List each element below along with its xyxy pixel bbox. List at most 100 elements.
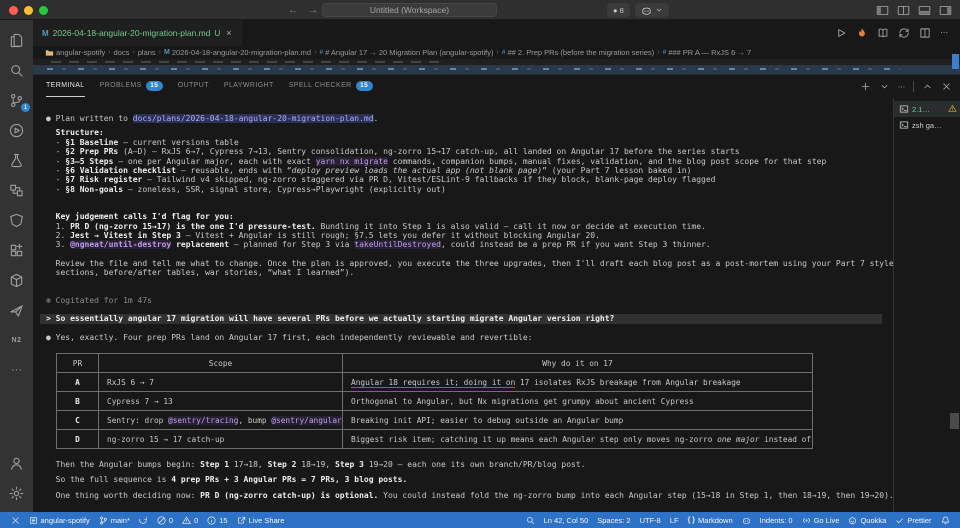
ellipsis-icon[interactable]: ⋯: [940, 29, 948, 37]
panel-tab-problems[interactable]: PROBLEMS15: [100, 75, 163, 97]
activity-bar: 1 N2 ···: [0, 20, 33, 512]
search-icon: [9, 63, 24, 78]
statusbar-indentation[interactable]: Spaces: 2: [593, 512, 635, 528]
panel-tab-terminal[interactable]: TERMINAL: [46, 75, 85, 97]
panel-header: TERMINAL PROBLEMS15 OUTPUT PLAYWRIGHT SPELL …: [33, 75, 960, 98]
terminal-icon: [899, 104, 909, 114]
statusbar-go-live[interactable]: Go Live: [797, 512, 844, 528]
toggle-secondary-sidebar-icon[interactable]: [939, 4, 952, 17]
chevron-down-icon[interactable]: [879, 81, 890, 92]
breadcrumb-separator: ›: [497, 49, 499, 56]
activity-run-debug[interactable]: [0, 115, 33, 145]
statusbar-language-mode[interactable]: { }Markdown: [683, 512, 737, 528]
panel-tab-badge: 15: [356, 81, 373, 91]
activity-docker[interactable]: [0, 265, 33, 295]
breadcrumb-item[interactable]: plans: [138, 48, 156, 57]
close-icon[interactable]: [941, 81, 952, 92]
terminal-list-item[interactable]: zsh ga…: [894, 117, 960, 133]
go-live-icon: [802, 516, 811, 525]
nav-forward-icon[interactable]: →: [308, 5, 318, 16]
activity-settings-gear[interactable]: [0, 478, 33, 508]
maximize-panel-icon[interactable]: [922, 81, 933, 92]
activity-source-control[interactable]: 1: [0, 85, 33, 115]
statusbar-errors-count[interactable]: 0: [152, 512, 177, 528]
split-columns-icon[interactable]: [897, 4, 910, 17]
activity-testing[interactable]: [0, 145, 33, 175]
statusbar-copilot-status[interactable]: [737, 512, 755, 528]
flame-icon[interactable]: [856, 27, 868, 39]
zoom-window-button[interactable]: [39, 6, 48, 15]
table-cell-why: Biggest risk item; catching it up means …: [343, 430, 813, 449]
statusbar-eol[interactable]: LF: [665, 512, 683, 528]
tab-filename: 2026-04-18-angular-20-migration-plan.md: [53, 28, 211, 38]
statusbar-warnings-count[interactable]: 0: [178, 512, 203, 528]
breadcrumb-item[interactable]: #### PR A — RxJS 6 → 7: [663, 48, 752, 57]
terminal-panel: TERMINAL PROBLEMS15 OUTPUT PLAYWRIGHT SPELL …: [33, 74, 960, 512]
breadcrumb-item[interactable]: M2026-04-18-angular-20-migration-plan.md: [164, 48, 311, 57]
window-activity-badge[interactable]: ● 8: [607, 3, 630, 17]
sync-loop-icon[interactable]: [898, 27, 910, 39]
open-preview-icon[interactable]: [877, 27, 889, 39]
copilot-chat-button[interactable]: [635, 3, 669, 17]
activity-explorer[interactable]: [0, 25, 33, 55]
statusbar-sync-item[interactable]: [134, 512, 152, 528]
nav-back-icon[interactable]: ←: [288, 5, 298, 16]
window-controls[interactable]: [9, 6, 48, 15]
statusbar-screencast-zoom[interactable]: [521, 512, 539, 528]
activity-more[interactable]: ···: [0, 355, 33, 385]
terminal-scrollbar-thumb[interactable]: [950, 413, 959, 429]
actions-divider: [913, 81, 914, 92]
statusbar-indents-counter[interactable]: Indents: 0: [755, 512, 797, 528]
statusbar-notifications-bell[interactable]: [936, 512, 954, 528]
more-icon: ···: [11, 364, 22, 376]
statusbar-workspace-item[interactable]: angular-spotify: [24, 512, 94, 528]
statusbar-prettier[interactable]: Prettier: [891, 512, 936, 528]
statusbar-remote-indicator[interactable]: [6, 512, 24, 528]
editor-area: M 2026-04-18-angular-20-migration-plan.m…: [33, 20, 960, 512]
terminal-list-item[interactable]: 2.1…: [894, 101, 960, 117]
terminal-line: So the full sequence is 4 prep PRs + 3 A…: [46, 475, 893, 484]
activity-nx-console[interactable]: N2: [0, 325, 33, 355]
editor-vertical-scrollbar[interactable]: [952, 54, 959, 69]
activity-remote-explorer[interactable]: [0, 175, 33, 205]
sync-icon: [139, 516, 148, 525]
titlebar: ← → Untitled (Workspace) ● 8: [0, 0, 960, 20]
statusbar-git-branch-item[interactable]: main*: [94, 512, 134, 528]
activity-nx-cloud[interactable]: [0, 295, 33, 325]
statusbar-info-count[interactable]: 15: [203, 512, 232, 528]
statusbar-quokka[interactable]: Quokka: [844, 512, 891, 528]
panel-tab-playwright[interactable]: PLAYWRIGHT: [224, 75, 274, 97]
activity-search[interactable]: [0, 55, 33, 85]
table-cell-pr: B: [57, 392, 99, 411]
toggle-sidebar-icon[interactable]: [876, 4, 889, 17]
explorer-icon: [9, 33, 24, 48]
statusbar-live-share-item[interactable]: Live Share: [232, 512, 289, 528]
panel-tab-spell-checker[interactable]: SPELL CHECKER15: [289, 75, 373, 97]
symbol-icon: #: [663, 49, 667, 56]
ellipsis-icon[interactable]: ⋯: [898, 83, 905, 90]
close-window-button[interactable]: [9, 6, 18, 15]
minimize-window-button[interactable]: [24, 6, 33, 15]
tab-close-icon[interactable]: ×: [226, 28, 231, 38]
plus-icon[interactable]: [860, 81, 871, 92]
terminal-line: Review the file and tell me what to chan…: [46, 259, 893, 268]
run-icon[interactable]: [835, 27, 847, 39]
editor-scrollbar-strip[interactable]: [33, 65, 960, 74]
statusbar-encoding[interactable]: UTF-8: [635, 512, 665, 528]
breadcrumb-item[interactable]: angular-spotify: [45, 48, 105, 57]
editor-tab[interactable]: M 2026-04-18-angular-20-migration-plan.m…: [33, 20, 242, 46]
copilot-icon: [742, 516, 751, 525]
activity-extensions[interactable]: [0, 235, 33, 265]
breadcrumb-item[interactable]: docs: [114, 48, 130, 57]
command-center[interactable]: Untitled (Workspace): [322, 3, 497, 17]
toggle-panel-icon[interactable]: [918, 4, 931, 17]
activity-account[interactable]: [0, 448, 33, 478]
check-icon: [895, 516, 904, 525]
breadcrumb-item[interactable]: ### 2. Prep PRs (before the migration se…: [502, 48, 654, 57]
activity-playwright[interactable]: [0, 205, 33, 235]
terminal-line: Key judgement calls I'd flag for you:: [46, 212, 893, 221]
split-editor-icon[interactable]: [919, 27, 931, 39]
statusbar-cursor-position[interactable]: Ln 42, Col 50: [539, 512, 593, 528]
breadcrumb-item[interactable]: ## Angular 17 → 20 Migration Plan (angul…: [319, 48, 493, 57]
panel-tab-output[interactable]: OUTPUT: [178, 75, 209, 97]
